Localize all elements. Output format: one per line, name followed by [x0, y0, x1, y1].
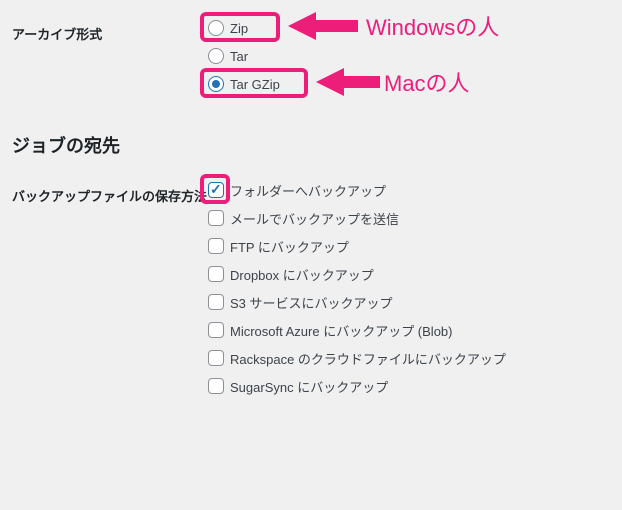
destination-options: フォルダーへバックアップ メールでバックアップを送信 FTP にバックアップ D… — [208, 180, 614, 396]
archive-format-label: アーカイブ形式 — [8, 18, 208, 43]
checkbox-label-rackspace: Rackspace のクラウドファイルにバックアップ — [230, 349, 506, 368]
checkbox-input-folder[interactable] — [208, 182, 224, 198]
radio-input-tar[interactable] — [208, 48, 224, 64]
checkbox-label-azure: Microsoft Azure にバックアップ (Blob) — [230, 321, 453, 340]
checkbox-azure[interactable]: Microsoft Azure にバックアップ (Blob) — [208, 320, 614, 340]
checkbox-sugarsync[interactable]: SugarSync にバックアップ — [208, 376, 614, 396]
checkbox-input-rackspace[interactable] — [208, 350, 224, 366]
archive-format-options: Windowsの人 Macの人 Zip Tar Tar GZip — [208, 18, 614, 94]
checkbox-input-azure[interactable] — [208, 322, 224, 338]
checkbox-input-dropbox[interactable] — [208, 266, 224, 282]
destination-label: バックアップファイルの保存方法 — [8, 180, 208, 205]
checkbox-folder[interactable]: フォルダーへバックアップ — [208, 180, 614, 200]
checkbox-label-mail: メールでバックアップを送信 — [230, 209, 399, 228]
destination-row: バックアップファイルの保存方法 フォルダーへバックアップ メールでバックアップを… — [8, 170, 614, 406]
checkbox-label-dropbox: Dropbox にバックアップ — [230, 265, 374, 284]
radio-label-zip: Zip — [230, 21, 248, 36]
checkbox-s3[interactable]: S3 サービスにバックアップ — [208, 292, 614, 312]
radio-label-targzip: Tar GZip — [230, 77, 280, 92]
checkbox-label-folder: フォルダーへバックアップ — [230, 181, 386, 200]
checkbox-input-ftp[interactable] — [208, 238, 224, 254]
settings-form: アーカイブ形式 Windowsの人 Macの人 Zip Tar — [8, 8, 614, 406]
radio-input-zip[interactable] — [208, 20, 224, 36]
checkbox-input-s3[interactable] — [208, 294, 224, 310]
radio-label-tar: Tar — [230, 49, 248, 64]
checkbox-mail[interactable]: メールでバックアップを送信 — [208, 208, 614, 228]
radio-zip[interactable]: Zip — [208, 18, 614, 38]
archive-format-row: アーカイブ形式 Windowsの人 Macの人 Zip Tar — [8, 8, 614, 104]
checkbox-ftp[interactable]: FTP にバックアップ — [208, 236, 614, 256]
checkbox-input-mail[interactable] — [208, 210, 224, 226]
radio-tar[interactable]: Tar — [208, 46, 614, 66]
radio-targzip[interactable]: Tar GZip — [208, 74, 614, 94]
radio-input-targzip[interactable] — [208, 76, 224, 92]
checkbox-rackspace[interactable]: Rackspace のクラウドファイルにバックアップ — [208, 348, 614, 368]
checkbox-label-sugarsync: SugarSync にバックアップ — [230, 377, 388, 396]
checkbox-label-ftp: FTP にバックアップ — [230, 237, 349, 256]
checkbox-dropbox[interactable]: Dropbox にバックアップ — [208, 264, 614, 284]
checkbox-input-sugarsync[interactable] — [208, 378, 224, 394]
section-heading-destination: ジョブの宛先 — [12, 132, 614, 158]
checkbox-label-s3: S3 サービスにバックアップ — [230, 293, 393, 312]
